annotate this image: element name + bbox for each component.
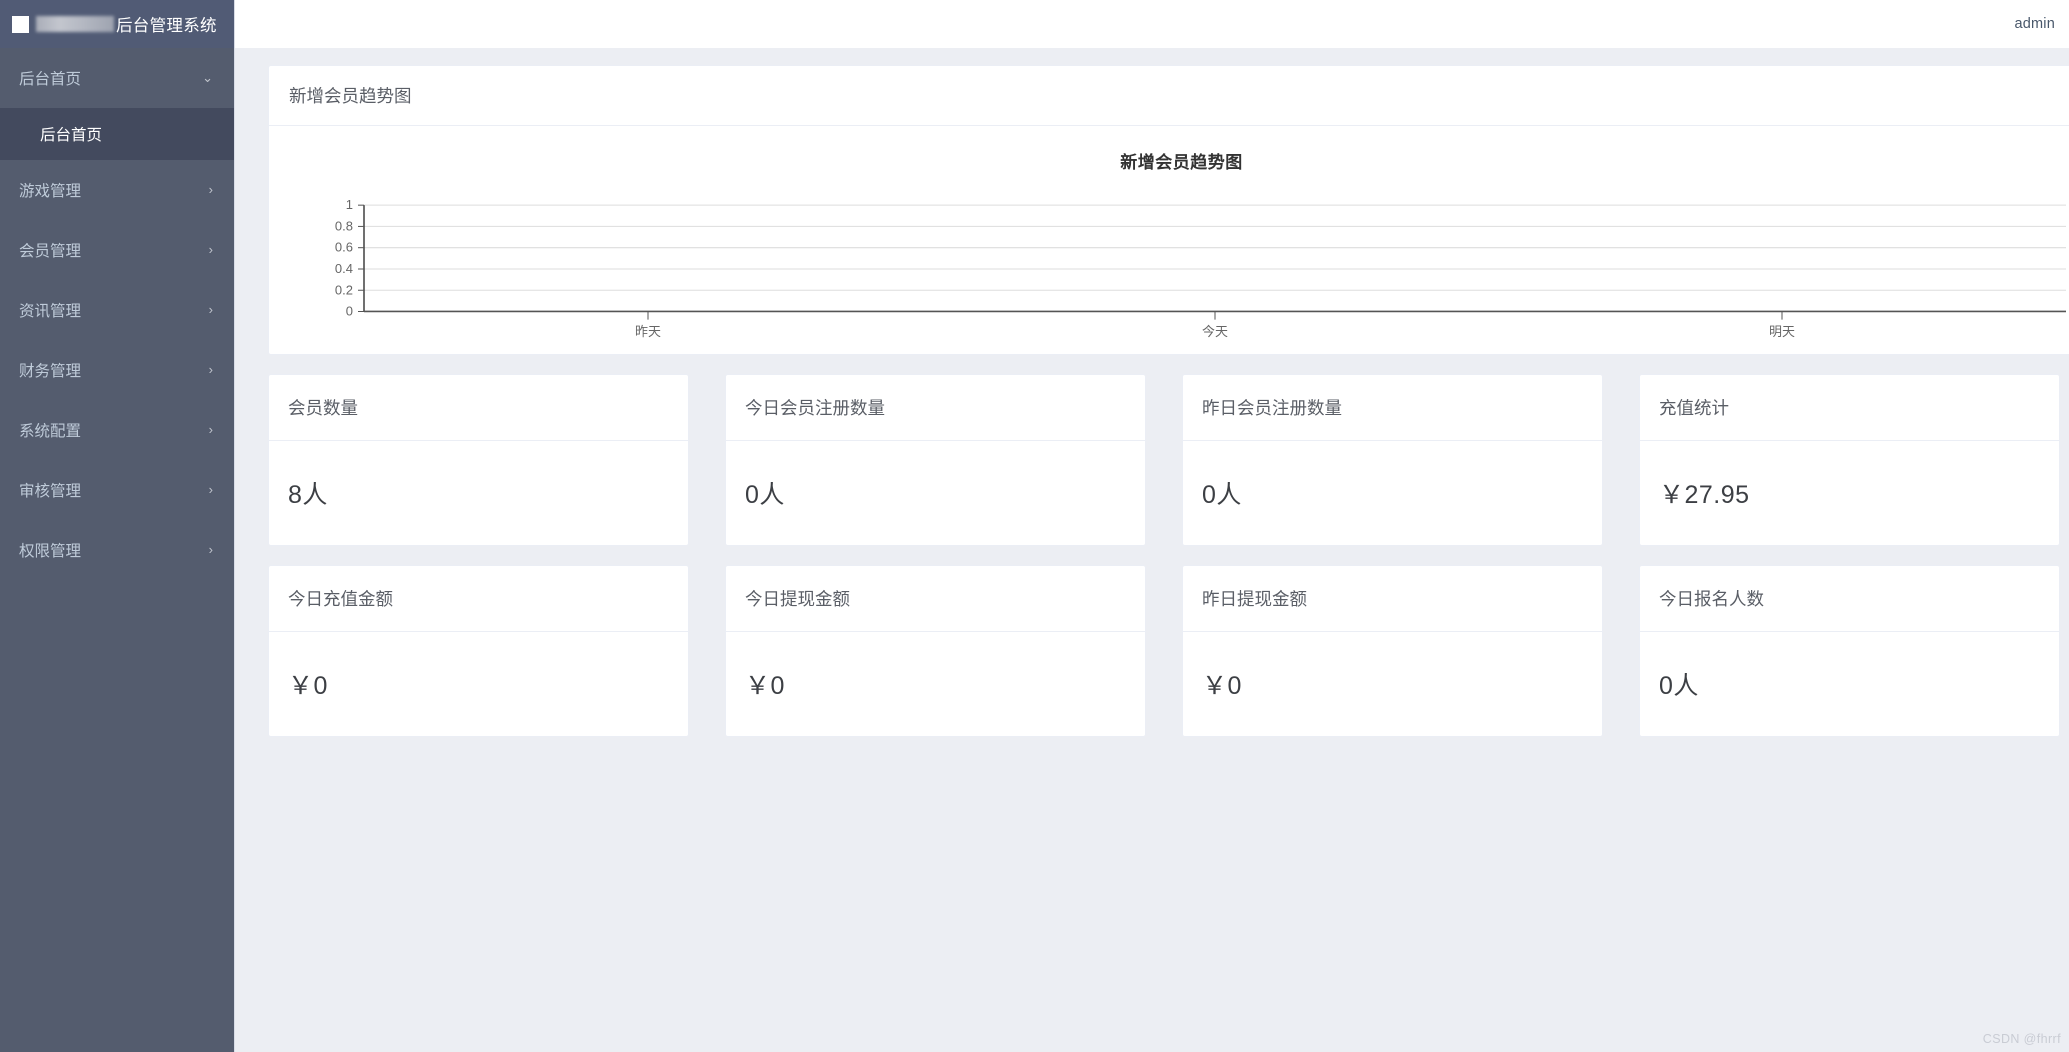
stat-card-yesterday-registrations[interactable]: 昨日会员注册数量 0人 (1182, 374, 1603, 546)
stat-card-title: 昨日提现金额 (1183, 566, 1602, 632)
sidebar-item-label: 会员管理 (19, 239, 81, 261)
chart-title: 新增会员趋势图 (269, 126, 2069, 173)
app-title: 后台管理系统 (116, 12, 217, 36)
stat-card-cell: 今日充值金额 ￥0 (268, 565, 725, 737)
stat-card-title: 今日提现金额 (726, 566, 1145, 632)
ytick-0: 0 (346, 303, 353, 318)
ytick-06: 0.6 (335, 240, 353, 255)
sidebar-item-label: 资讯管理 (19, 299, 81, 321)
ytick-1: 1 (346, 197, 353, 212)
sidebar-item-news-management[interactable]: 资讯管理 › (0, 280, 234, 340)
stat-card-value: 0人 (1640, 632, 2059, 736)
sidebar-item-finance-management[interactable]: 财务管理 › (0, 340, 234, 400)
chevron-right-icon: › (209, 303, 213, 316)
stat-card-cell: 会员数量 8人 (268, 374, 725, 546)
stat-card-value: ￥0 (269, 632, 688, 736)
stat-card-cell: 今日会员注册数量 0人 (725, 374, 1182, 546)
ytick-08: 0.8 (335, 218, 353, 233)
sidebar-menu: 后台首页 ⌄ 后台首页 游戏管理 › 会员管理 › 资讯管理 › 财务管理 › (0, 48, 234, 1052)
sidebar-item-permission-management[interactable]: 权限管理 › (0, 520, 234, 580)
stat-card-value: 0人 (726, 441, 1145, 545)
stat-card-title: 充值统计 (1640, 375, 2059, 441)
topbar: admin (235, 0, 2069, 48)
chart-card-header: 新增会员趋势图 (269, 66, 2069, 126)
chevron-down-icon: ⌄ (202, 71, 213, 84)
sidebar-item-label: 游戏管理 (19, 179, 81, 201)
redacted-brand-icon (36, 16, 114, 32)
sidebar-item-audit-management[interactable]: 审核管理 › (0, 460, 234, 520)
sidebar-logo[interactable]: 后台管理系统 (0, 0, 234, 48)
main-area: admin 新增会员趋势图 新增会员趋势图 (235, 0, 2069, 1052)
stat-card-today-withdraw-amount[interactable]: 今日提现金额 ￥0 (725, 565, 1146, 737)
chevron-right-icon: › (209, 363, 213, 376)
white-square-logo-icon (12, 16, 29, 33)
sidebar-subitem-home[interactable]: 后台首页 (0, 108, 234, 160)
watermark: CSDN @fhrrf (1983, 1032, 2061, 1046)
stat-card-yesterday-withdraw-amount[interactable]: 昨日提现金额 ￥0 (1182, 565, 1603, 737)
stat-card-value: 0人 (1183, 441, 1602, 545)
chart-body: 新增会员趋势图 (269, 126, 2069, 354)
chart-labels: 1 0.8 0.6 0.4 0.2 0 昨天 今天 明天 (269, 192, 2069, 354)
sidebar-subitem-label: 后台首页 (40, 123, 102, 145)
stat-card-today-signups[interactable]: 今日报名人数 0人 (1639, 565, 2060, 737)
stat-card-title: 今日会员注册数量 (726, 375, 1145, 441)
chevron-right-icon: › (209, 243, 213, 256)
sidebar-item-label: 财务管理 (19, 359, 81, 381)
sidebar-item-label: 权限管理 (19, 539, 81, 561)
stat-card-today-recharge-amount[interactable]: 今日充值金额 ￥0 (268, 565, 689, 737)
stat-card-cell: 昨日提现金额 ￥0 (1182, 565, 1639, 737)
sidebar-item-member-management[interactable]: 会员管理 › (0, 220, 234, 280)
stat-card-cell: 昨日会员注册数量 0人 (1182, 374, 1639, 546)
chevron-right-icon: › (209, 543, 213, 556)
stat-cards-grid: 会员数量 8人 今日会员注册数量 0人 昨日会员注册数量 0人 (268, 374, 2069, 756)
chart-card: 新增会员趋势图 新增会员趋势图 (268, 65, 2069, 355)
stat-card-title: 今日报名人数 (1640, 566, 2059, 632)
sidebar-item-game-management[interactable]: 游戏管理 › (0, 160, 234, 220)
stat-card-recharge-total[interactable]: 充值统计 ￥27.95 (1639, 374, 2060, 546)
ytick-04: 0.4 (335, 261, 353, 276)
stat-card-value: 8人 (269, 441, 688, 545)
stat-card-value: ￥27.95 (1640, 441, 2059, 545)
sidebar-item-home[interactable]: 后台首页 ⌄ (0, 48, 234, 108)
chart-plot[interactable]: 1 0.8 0.6 0.4 0.2 0 昨天 今天 明天 (269, 192, 2069, 354)
chevron-right-icon: › (209, 423, 213, 436)
chevron-right-icon: › (209, 483, 213, 496)
xtick-tomorrow: 明天 (1769, 324, 1795, 339)
admin-dashboard-page: 后台管理系统 后台首页 ⌄ 后台首页 游戏管理 › 会员管理 › 资讯管理 › (0, 0, 2069, 1052)
stat-card-cell: 充值统计 ￥27.95 (1639, 374, 2069, 546)
xtick-today: 今天 (1202, 324, 1228, 339)
stat-card-member-count[interactable]: 会员数量 8人 (268, 374, 689, 546)
stat-card-value: ￥0 (1183, 632, 1602, 736)
stat-card-cell: 今日报名人数 0人 (1639, 565, 2069, 737)
stat-card-title: 昨日会员注册数量 (1183, 375, 1602, 441)
stat-card-title: 今日充值金额 (269, 566, 688, 632)
sidebar: 后台管理系统 后台首页 ⌄ 后台首页 游戏管理 › 会员管理 › 资讯管理 › (0, 0, 235, 1052)
sidebar-item-label: 系统配置 (19, 419, 81, 441)
stat-card-title: 会员数量 (269, 375, 688, 441)
stat-card-value: ￥0 (726, 632, 1145, 736)
stat-card-today-registrations[interactable]: 今日会员注册数量 0人 (725, 374, 1146, 546)
sidebar-item-label: 审核管理 (19, 479, 81, 501)
chevron-right-icon: › (209, 183, 213, 196)
ytick-02: 0.2 (335, 282, 353, 297)
sidebar-item-label: 后台首页 (19, 67, 81, 89)
user-menu[interactable]: admin (2015, 16, 2056, 32)
stat-card-cell: 今日提现金额 ￥0 (725, 565, 1182, 737)
sidebar-item-system-config[interactable]: 系统配置 › (0, 400, 234, 460)
xtick-yesterday: 昨天 (635, 324, 661, 339)
content-scroll-area: 新增会员趋势图 新增会员趋势图 (235, 48, 2069, 1052)
